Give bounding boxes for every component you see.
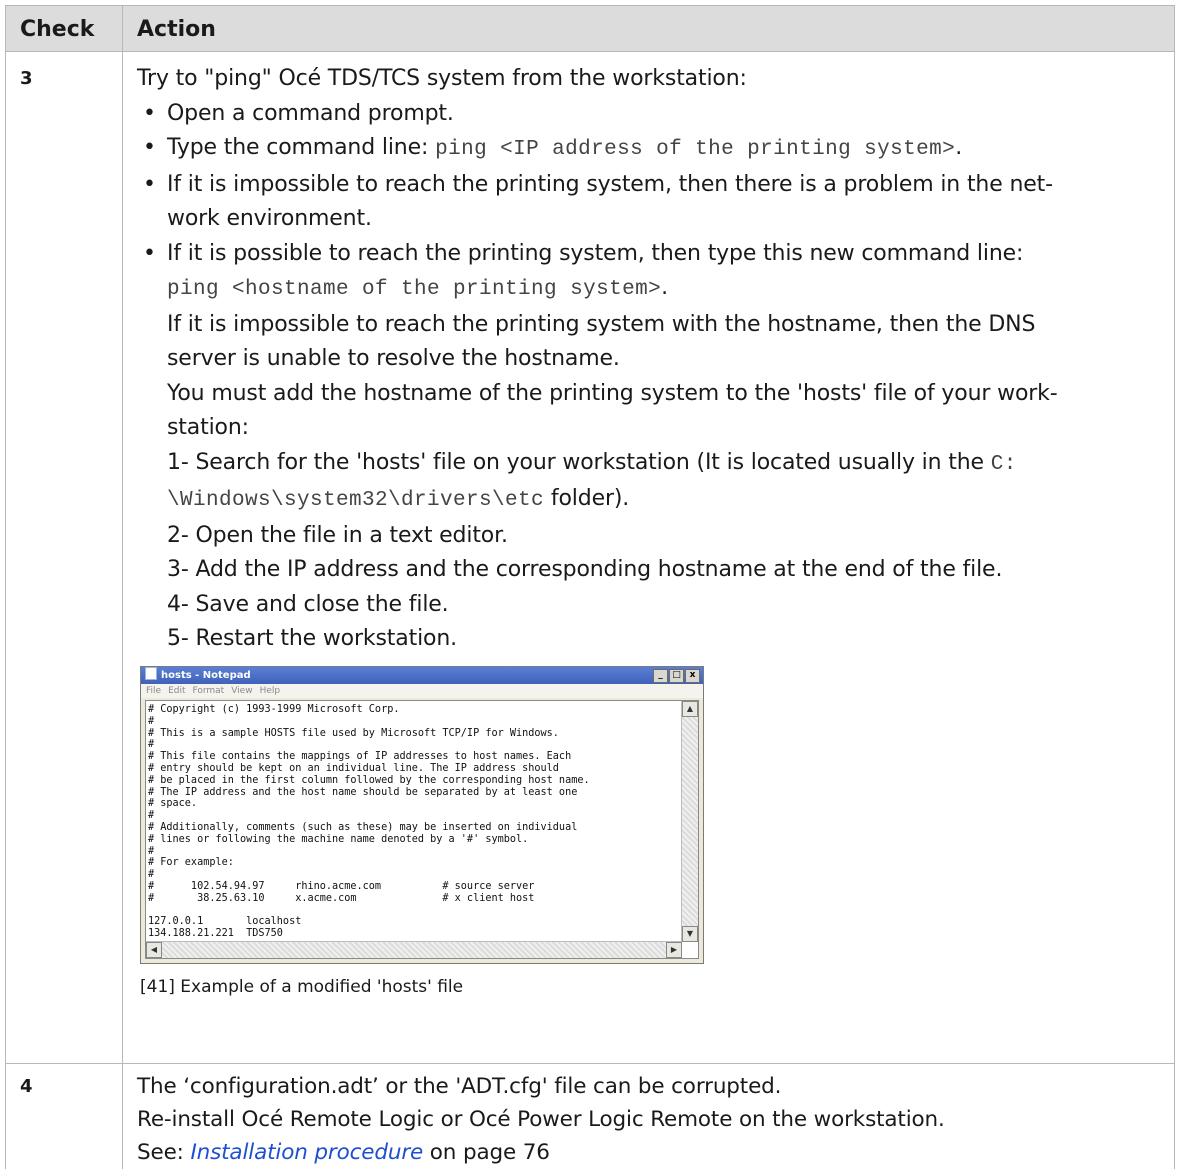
horizontal-scrollbar: ◀ ▶ [146,941,682,958]
menu-format: Format [193,686,225,696]
step-item: \Windows\system32\drivers\etc folder). [137,482,1164,519]
minimize-icon: _ [653,669,668,683]
bullet-item: • Open a command prompt. [137,97,1164,132]
notepad-title: hosts - Notepad [161,670,251,681]
path-code: \Windows\system32\drivers\etc [167,489,544,512]
notepad-screenshot: hosts - Notepad _ □ x File Edit Format View… [140,666,704,964]
bullet-text-end: . [955,135,962,160]
scroll-up-icon: ▲ [682,701,698,717]
check-number: 3 [6,52,122,89]
bullet-item: • If it is impossible to reach the printi… [137,168,1164,203]
notepad-menu-bar: File Edit Format View Help [141,684,703,698]
bullet-continuation: station: [137,411,1164,446]
step-item: 4- Save and close the file. [137,588,1164,623]
bullet-text: Type the command line: [167,135,435,160]
table-header-row: Check Action [6,6,1175,52]
figure-caption: [41] Example of a modified 'hosts' file [140,977,463,997]
path-code: C: [991,453,1017,476]
bullet-continuation: server is unable to resolve the hostname… [137,342,1164,377]
close-icon: x [685,669,700,683]
bullet-item: • If it is possible to reach the printing… [137,237,1164,272]
check-number: 4 [6,1064,122,1097]
check-cell: 3 [6,52,123,1064]
table-row: 4 The ‘configuration.adt’ or the 'ADT.cf… [6,1064,1175,1169]
bullet-continuation: You must add the hostname of the printin… [137,377,1164,412]
vertical-scrollbar: ▲ ▼ [681,701,698,942]
bullet-dot: • [143,237,156,272]
menu-help: Help [260,686,281,696]
menu-file: File [146,686,161,696]
bullet-text: If it is impossible to reach the printin… [167,172,1053,197]
intro-text: Try to "ping" Océ TDS/TCS system from th… [137,62,1164,97]
check-cell: 4 [6,1064,123,1169]
bullet-continuation: ping <hostname of the printing system>. [137,271,1164,308]
step-item: 1- Search for the 'hosts' file on your w… [137,446,1164,483]
hosts-file-content: # Copyright (c) 1993-1999 Microsoft Corp… [148,704,678,940]
bullet-dot: • [143,97,156,132]
bullet-item: • Type the command line: ping <IP address… [137,131,1164,168]
scroll-left-icon: ◀ [146,942,162,958]
command-code: ping <IP address of the printing system> [435,138,955,161]
bullet-continuation: If it is impossible to reach the printin… [137,308,1164,343]
step-item: 5- Restart the workstation. [137,622,1164,657]
menu-edit: Edit [168,686,185,696]
installation-procedure-link[interactable]: Installation procedure [190,1140,423,1165]
notepad-icon [145,667,157,680]
step-item: 2- Open the file in a text editor. [137,519,1164,554]
notepad-title-bar: hosts - Notepad _ □ x [141,667,703,684]
notepad-text-area: # Copyright (c) 1993-1999 Microsoft Corp… [145,700,699,959]
bullet-text: Open a command prompt. [167,101,454,126]
row4-line1: The ‘configuration.adt’ or the 'ADT.cfg'… [137,1070,1164,1103]
maximize-icon: □ [669,669,684,683]
header-check: Check [6,6,123,52]
command-code: ping <hostname of the printing system> [167,278,661,301]
header-action: Action [123,6,1175,52]
scroll-down-icon: ▼ [682,926,698,942]
bullet-text: If it is possible to reach the printing … [167,241,1023,266]
row4-line2: Re-install Océ Remote Logic or Océ Power… [137,1103,1164,1136]
bullet-dot: • [143,131,156,166]
window-controls: _ □ x [653,669,700,683]
bullet-continuation: work environment. [137,202,1164,237]
see-reference: See: Installation procedure on page 76 [137,1136,1164,1169]
menu-view: View [231,686,252,696]
step-item: 3- Add the IP address and the correspond… [137,553,1164,588]
scroll-right-icon: ▶ [666,942,682,958]
action-cell: The ‘configuration.adt’ or the 'ADT.cfg'… [123,1064,1175,1169]
bullet-dot: • [143,168,156,203]
